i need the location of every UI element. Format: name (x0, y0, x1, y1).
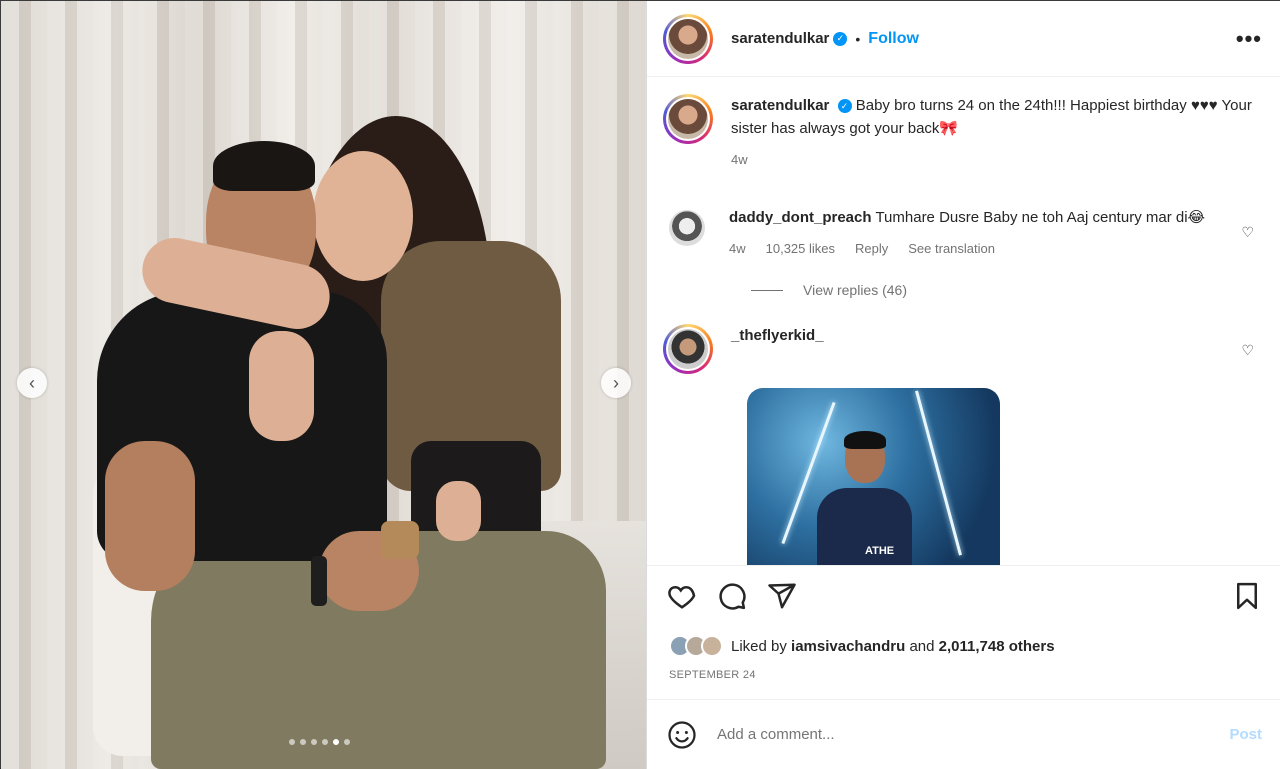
follow-button[interactable]: Follow (868, 30, 919, 48)
likes-summary: Liked by iamsivachandru and 2,011,748 ot… (669, 635, 1055, 657)
post-side-panel: saratendulkar ✓ • Follow ••• saratendulk… (646, 1, 1280, 769)
carousel-dot (333, 739, 339, 745)
woman-face (313, 151, 413, 281)
cricketer-figure: ATHE (817, 431, 912, 565)
woman-hand (436, 481, 481, 541)
carousel-dot (311, 739, 317, 745)
action-bar (647, 565, 1280, 625)
carousel-dot (322, 739, 328, 745)
liked-by-prefix: Liked by (731, 637, 787, 655)
liked-by-and: and (909, 637, 935, 655)
comment-gif[interactable]: ATHE (747, 388, 1000, 565)
see-translation-button[interactable]: See translation (908, 237, 995, 260)
view-replies-label: View replies (46) (803, 282, 908, 298)
carousel-dots (289, 739, 350, 745)
comment-like-heart-icon[interactable]: ♡ (1241, 224, 1254, 241)
carousel-dot (344, 739, 350, 745)
verified-badge-icon: ✓ (837, 99, 852, 114)
carousel-dot (300, 739, 306, 745)
comment-likes[interactable]: 10,325 likes (766, 237, 835, 260)
separator-dot: • (855, 30, 861, 47)
share-icon[interactable] (767, 581, 797, 611)
comment-row: daddy_dont_preach Tumhare Dusre Baby ne … (663, 206, 1262, 260)
lightning-bolt (915, 390, 962, 556)
commenter-avatar[interactable] (669, 210, 705, 246)
author-avatar[interactable] (663, 13, 713, 64)
comment-input[interactable] (717, 726, 1230, 743)
caption-row: saratendulkar ✓ Baby bro turns 24 on the… (663, 94, 1262, 194)
commenter-avatar[interactable] (663, 324, 713, 374)
bookmark-icon[interactable] (1232, 581, 1262, 611)
liked-by-others[interactable]: 2,011,748 others (939, 638, 1055, 655)
comment-icon[interactable] (717, 581, 747, 611)
comment-username[interactable]: daddy_dont_preach (729, 209, 872, 226)
verified-badge-icon: ✓ (833, 31, 848, 46)
add-comment-bar: Post (647, 699, 1280, 769)
view-replies-button[interactable]: View replies (46) (751, 282, 1262, 298)
replies-line (751, 289, 783, 291)
heart-icon[interactable] (667, 581, 697, 611)
carousel-prev-button[interactable]: ‹ (17, 368, 47, 398)
caption-username[interactable]: saratendulkar (731, 97, 829, 114)
comment-like-heart-icon[interactable]: ♡ (1241, 342, 1254, 359)
comment-row: _theflyerkid_ ♡ (663, 324, 1262, 374)
post-photo: ‹ › (1, 1, 646, 769)
liked-by-user[interactable]: iamsivachandru (791, 638, 905, 655)
comments-list: saratendulkar ✓ Baby bro turns 24 on the… (647, 78, 1280, 565)
man-arm (105, 441, 195, 591)
post-date[interactable]: SEPTEMBER 24 (669, 669, 756, 681)
carousel-next-button[interactable]: › (601, 368, 631, 398)
more-options-icon[interactable]: ••• (1236, 26, 1262, 52)
liker-avatars[interactable] (669, 635, 723, 657)
post-comment-button[interactable]: Post (1229, 726, 1262, 743)
instagram-post-modal: ‹ › saratendulkar ✓ • Follow ••• saraten… (0, 0, 1280, 769)
carousel-dot (289, 739, 295, 745)
comment-time[interactable]: 4w (729, 237, 746, 260)
caption-time[interactable]: 4w (731, 148, 748, 171)
player-hair (844, 431, 886, 449)
comment-text: Tumhare Dusre Baby ne toh Aaj century ma… (875, 209, 1206, 226)
post-header: saratendulkar ✓ • Follow ••• (647, 1, 1280, 77)
author-username[interactable]: saratendulkar (731, 30, 829, 47)
jersey-text: ATHE (865, 545, 895, 557)
comment-username[interactable]: _theflyerkid_ (731, 327, 824, 344)
emoji-icon[interactable] (667, 720, 697, 750)
snack (381, 521, 419, 559)
man-hair (213, 141, 315, 191)
woman-forearm (249, 331, 314, 441)
wrist-band (311, 556, 327, 606)
reply-button[interactable]: Reply (855, 237, 888, 260)
caption-avatar[interactable] (663, 94, 713, 144)
